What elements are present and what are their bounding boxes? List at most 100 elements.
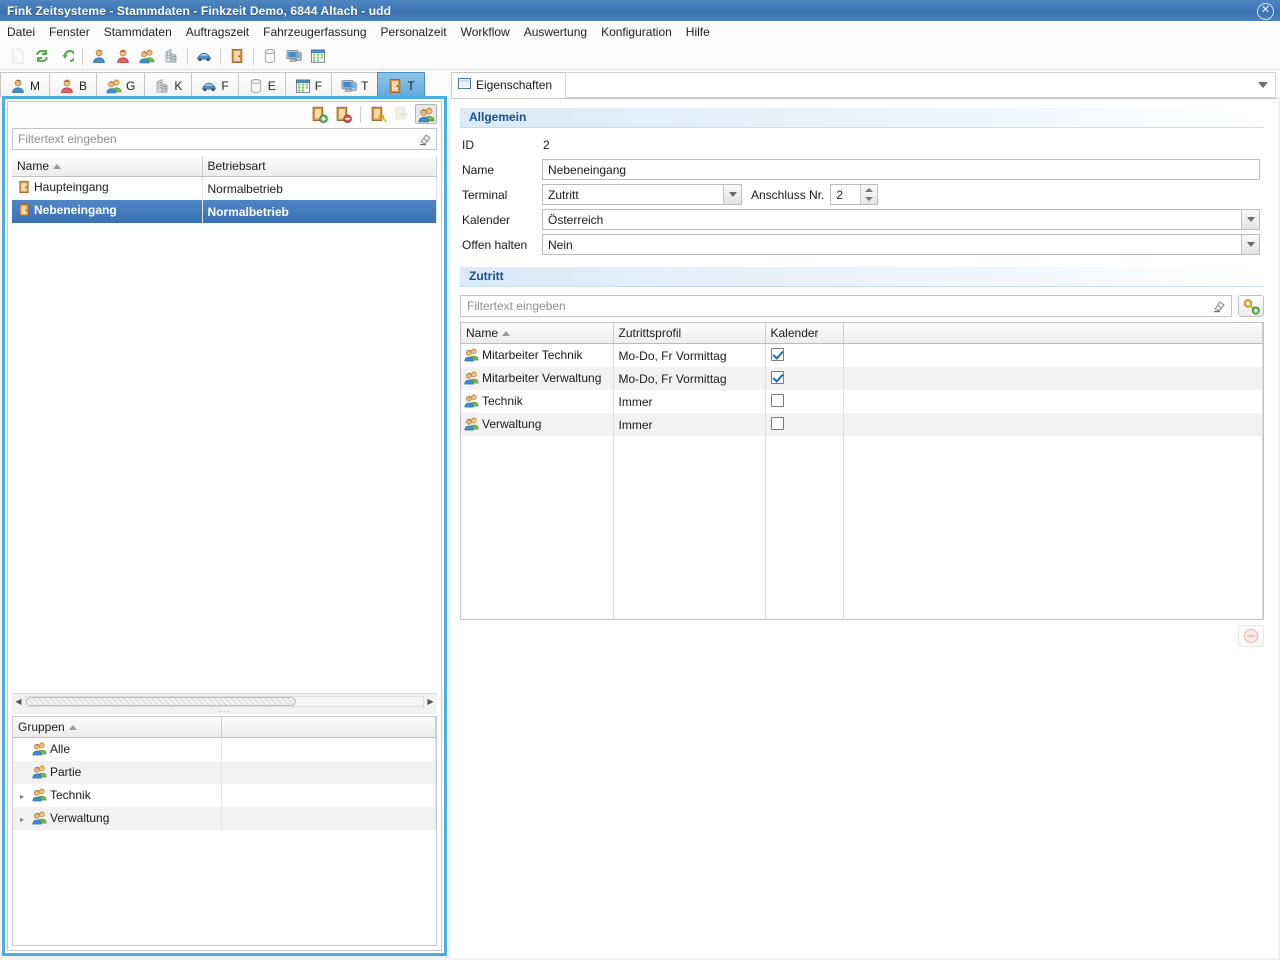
expand-arrow-icon[interactable]: ▸ <box>17 792 27 801</box>
car-icon[interactable] <box>192 45 216 67</box>
tab-eigenschaften[interactable]: Eigenschaften <box>451 72 566 98</box>
tab-g-2[interactable]: G <box>96 72 146 98</box>
menu-item-personalzeit[interactable]: Personalzeit <box>374 23 454 41</box>
eraser-icon[interactable] <box>414 129 436 149</box>
door-add-icon[interactable] <box>308 104 330 124</box>
column-header[interactable] <box>221 717 436 738</box>
table-row[interactable]: Haupteingang Normalbetrieb <box>12 176 437 200</box>
group-assign-icon[interactable] <box>415 104 437 124</box>
group-name-cell[interactable]: Alle <box>13 737 222 761</box>
kalender-checkbox[interactable] <box>770 370 784 384</box>
list-item[interactable]: Alle <box>13 737 436 761</box>
spin-down-icon[interactable] <box>861 195 877 205</box>
column-header[interactable]: Name <box>461 323 614 344</box>
doors-filter-input[interactable] <box>13 132 414 146</box>
menu-item-fenster[interactable]: Fenster <box>42 23 97 41</box>
offen-halten-select-arrow[interactable] <box>1241 235 1259 254</box>
group-name-cell[interactable]: ▸ Verwaltung <box>13 807 222 830</box>
terminal-select[interactable]: Zutritt <box>542 184 742 205</box>
tab-b-1[interactable]: B <box>49 72 98 98</box>
access-name-cell[interactable]: Mitarbeiter Verwaltung <box>461 367 614 390</box>
column-header[interactable] <box>843 323 1263 344</box>
column-header[interactable]: Gruppen <box>13 717 222 738</box>
door-name-cell[interactable]: Nebeneingang <box>12 200 203 223</box>
tab-f-4[interactable]: F <box>191 72 239 98</box>
scroll-track[interactable] <box>25 695 424 707</box>
access-kalender-cell[interactable] <box>765 413 844 436</box>
scroll-thumb[interactable] <box>26 696 296 706</box>
menu-item-auftragszeit[interactable]: Auftragszeit <box>179 23 256 41</box>
name-input[interactable]: Nebeneingang <box>542 159 1260 180</box>
column-header[interactable]: Zutrittsprofil <box>613 323 766 344</box>
tab-f-6[interactable]: F <box>284 72 333 98</box>
access-kalender-cell[interactable] <box>765 343 844 367</box>
refresh-icon[interactable] <box>30 45 54 67</box>
doors-filter-box[interactable] <box>12 128 437 150</box>
terminal-select-arrow[interactable] <box>723 185 741 204</box>
close-icon[interactable]: ✕ <box>1257 3 1274 20</box>
door-name-cell[interactable]: Haupteingang <box>12 176 203 200</box>
offen-halten-select[interactable]: Nein <box>542 234 1260 255</box>
table-row[interactable]: Mitarbeiter Technik Mo-Do, Fr Vormittag <box>461 343 1263 367</box>
anschluss-nr-value[interactable]: 2 <box>831 188 860 202</box>
menu-item-stammdaten[interactable]: Stammdaten <box>97 23 179 41</box>
kalender-select[interactable]: Österreich <box>542 209 1260 230</box>
door-edit-icon[interactable] <box>367 104 389 124</box>
undo-icon[interactable] <box>54 45 78 67</box>
table-row[interactable]: Verwaltung Immer <box>461 413 1263 436</box>
list-item[interactable]: ▸ Verwaltung <box>13 807 436 830</box>
spin-up-icon[interactable] <box>861 185 877 195</box>
access-name-cell[interactable]: Mitarbeiter Technik <box>461 343 614 367</box>
tab-t-8[interactable]: T <box>377 72 425 98</box>
employee-icon[interactable] <box>87 45 111 67</box>
chevron-down-icon[interactable] <box>1258 82 1268 88</box>
menu-item-workflow[interactable]: Workflow <box>454 23 517 41</box>
access-name-cell[interactable]: Technik <box>461 390 614 413</box>
kalender-checkbox[interactable] <box>770 393 784 407</box>
scroll-left-icon[interactable]: ◀ <box>12 697 25 706</box>
door-remove-icon[interactable] <box>332 104 354 124</box>
group-name-cell[interactable]: Partie <box>13 761 222 784</box>
access-kalender-cell[interactable] <box>765 390 844 413</box>
database-icon[interactable] <box>258 45 282 67</box>
add-access-button[interactable] <box>1238 295 1264 317</box>
table-row[interactable]: Nebeneingang Normalbetrieb <box>12 200 437 223</box>
access-kalender-cell[interactable] <box>765 367 844 390</box>
anschluss-nr-stepper[interactable]: 2 <box>830 184 879 205</box>
column-header[interactable]: Kalender <box>765 323 844 344</box>
menu-item-hilfe[interactable]: Hilfe <box>679 23 717 41</box>
access-filter-box[interactable] <box>460 295 1232 317</box>
person-red-icon[interactable] <box>111 45 135 67</box>
scroll-right-icon[interactable]: ▶ <box>424 697 437 706</box>
menu-item-fahrzeugerfassung[interactable]: Fahrzeugerfassung <box>256 23 373 41</box>
remove-access-button[interactable] <box>1238 625 1264 647</box>
anschluss-nr-spin[interactable] <box>860 185 878 205</box>
menu-item-datei[interactable]: Datei <box>0 23 42 41</box>
access-name-cell[interactable]: Verwaltung <box>461 413 614 436</box>
menu-item-auswertung[interactable]: Auswertung <box>517 23 594 41</box>
panel-splitter[interactable]: ··· <box>12 707 437 716</box>
kalender-checkbox[interactable] <box>770 416 784 430</box>
column-header[interactable]: Betriebsart <box>202 156 437 177</box>
expand-arrow-icon[interactable]: ▸ <box>17 815 27 824</box>
terminal-icon[interactable] <box>282 45 306 67</box>
list-item[interactable]: ▸ Technik <box>13 784 436 807</box>
tab-k-3[interactable]: K <box>144 72 193 98</box>
table-row[interactable]: Technik Immer <box>461 390 1263 413</box>
group-name-cell[interactable]: ▸ Technik <box>13 784 222 807</box>
tab-e-5[interactable]: E <box>237 72 286 98</box>
group-icon[interactable] <box>135 45 159 67</box>
building-icon[interactable] <box>159 45 183 67</box>
table-row[interactable]: Mitarbeiter Verwaltung Mo-Do, Fr Vormitta… <box>461 367 1263 390</box>
menu-item-konfiguration[interactable]: Konfiguration <box>594 23 679 41</box>
list-item[interactable]: Partie <box>13 761 436 784</box>
calendar-icon[interactable] <box>306 45 330 67</box>
column-header[interactable]: Name <box>12 156 203 177</box>
tab-m-0[interactable]: M <box>0 72 50 98</box>
kalender-checkbox[interactable] <box>770 347 784 361</box>
eraser-icon[interactable] <box>1207 299 1231 313</box>
tab-t-7[interactable]: T <box>331 72 379 98</box>
kalender-select-arrow[interactable] <box>1241 210 1259 229</box>
access-filter-input[interactable] <box>461 299 1207 313</box>
door-icon[interactable] <box>225 45 249 67</box>
